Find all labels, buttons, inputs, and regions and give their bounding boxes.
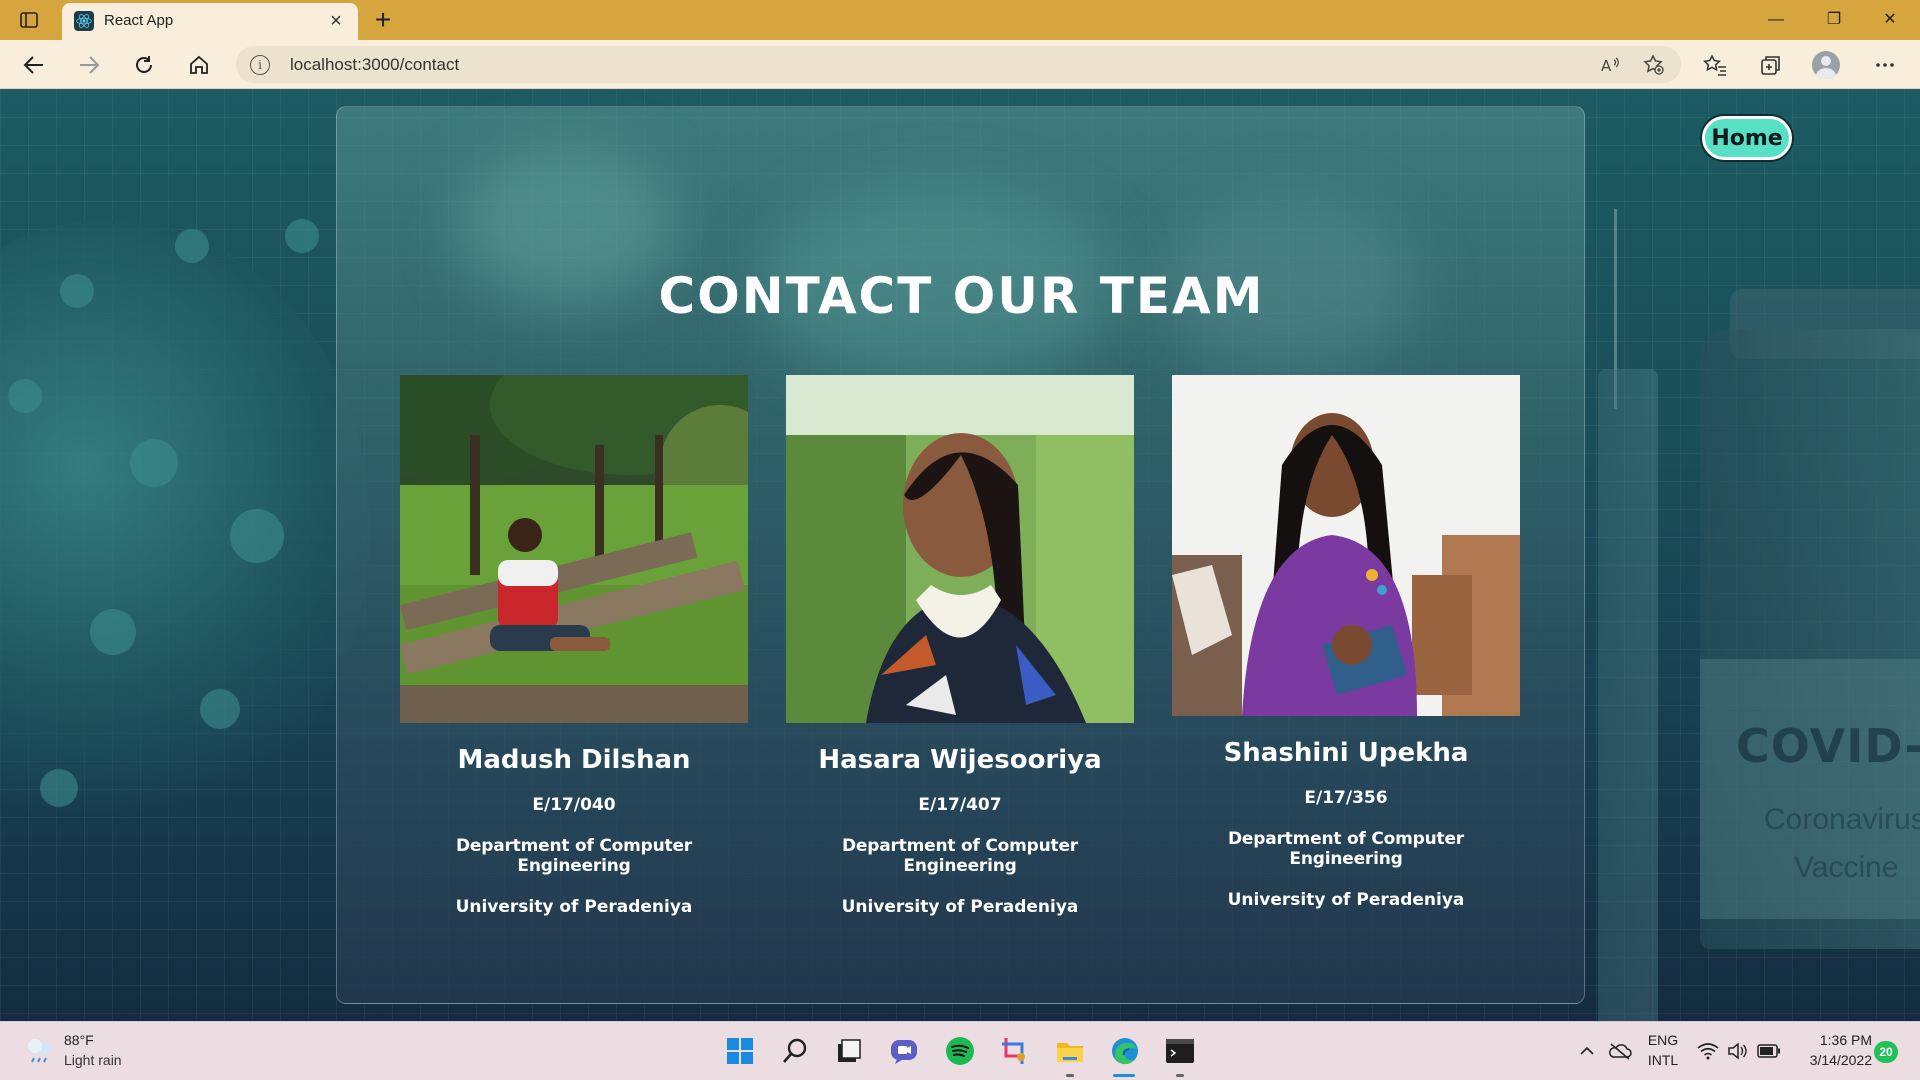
search-icon[interactable] [778, 1034, 812, 1068]
team-member-card: Shashini Upekha E/17/356 Department of C… [1172, 375, 1520, 910]
favorites-icon[interactable] [1700, 51, 1730, 79]
volume-icon[interactable] [1725, 1034, 1751, 1068]
wifi-icon[interactable] [1695, 1034, 1721, 1068]
vaccine-label-text: Vaccine [1794, 851, 1899, 884]
tab-title: React App [104, 12, 174, 29]
tab-actions-icon[interactable] [18, 9, 40, 31]
windows-taskbar: 88°F Light rain ENG INTL 1:36 PM 3/14/20… [0, 1021, 1920, 1080]
chat-icon[interactable] [887, 1034, 921, 1068]
weather-temperature[interactable]: 88°F [64, 1032, 94, 1048]
vaccine-label-text: COVID-1 [1736, 719, 1920, 773]
page-viewport: COVID-1 Coronavirus Vaccine Home CONTACT… [0, 89, 1920, 1021]
syringe-illustration [1598, 369, 1658, 1021]
clock-time[interactable]: 1:36 PM [1790, 1032, 1872, 1048]
virus-spike [40, 769, 78, 807]
active-app-indicator [1113, 1074, 1135, 1077]
more-options-icon[interactable] [1870, 51, 1900, 79]
team-member-card: Hasara Wijesooriya E/17/407 Department o… [786, 375, 1134, 917]
browser-toolbar: i localhost:3000/contact A [0, 40, 1920, 89]
file-explorer-icon[interactable] [1053, 1034, 1087, 1068]
url-text[interactable]: localhost:3000/contact [290, 55, 459, 75]
member-department: Department of Computer Engineering [842, 836, 1078, 876]
indoor-photo-image [1172, 375, 1520, 716]
language-indicator[interactable]: ENG [1645, 1032, 1681, 1048]
virus-spike [200, 689, 240, 729]
restore-button[interactable]: ❐ [1814, 6, 1854, 34]
notification-badge[interactable]: 20 [1874, 1041, 1898, 1063]
team-member-card: Madush Dilshan E/17/040 Department of Co… [400, 375, 748, 917]
home-icon[interactable] [183, 49, 215, 81]
portrait-photo-image [786, 375, 1134, 723]
browser-tab-bar: React App × + — ❐ ✕ [0, 0, 1920, 40]
profile-avatar[interactable] [1812, 51, 1840, 79]
running-indicator [1176, 1074, 1184, 1077]
show-hidden-icons[interactable] [1573, 1034, 1601, 1068]
member-reg-no: E/17/356 [1304, 788, 1388, 808]
member-name: Madush Dilshan [457, 745, 691, 775]
weather-rain-icon[interactable] [24, 1036, 56, 1064]
virus-spike [130, 439, 178, 487]
svg-text:A: A [1601, 57, 1612, 74]
member-university: University of Peradeniya [455, 897, 693, 917]
address-bar[interactable]: i localhost:3000/contact A [236, 46, 1681, 83]
collections-icon[interactable] [1756, 51, 1786, 79]
member-reg-no: E/17/040 [532, 795, 616, 815]
member-photo [786, 375, 1134, 723]
new-tab-button[interactable]: + [368, 5, 398, 35]
site-info-icon[interactable]: i [250, 55, 270, 75]
member-department: Department of Computer Engineering [456, 836, 692, 876]
virus-spike [175, 229, 209, 263]
refresh-button[interactable] [128, 49, 160, 81]
member-photo [400, 375, 748, 723]
browser-tab[interactable]: React App × [62, 3, 358, 40]
battery-icon[interactable] [1755, 1034, 1783, 1068]
virus-spike [90, 609, 136, 655]
virus-spike [230, 509, 284, 563]
keyboard-layout-indicator[interactable]: INTL [1645, 1052, 1681, 1068]
edge-browser-icon[interactable] [1108, 1034, 1142, 1068]
home-button[interactable]: Home [1702, 116, 1792, 160]
tab-close-icon[interactable]: × [324, 9, 348, 33]
minimize-button[interactable]: — [1756, 6, 1796, 34]
add-favorite-icon[interactable] [1641, 53, 1667, 77]
park-photo-image [400, 375, 748, 723]
virus-spike [285, 219, 319, 253]
contact-card: CONTACT OUR TEAM Madush Dilshan E/17/040… [336, 106, 1585, 1004]
page-title: CONTACT OUR TEAM [658, 267, 1265, 325]
member-university: University of Peradeniya [841, 897, 1079, 917]
vaccine-label-text: Coronavirus [1764, 803, 1920, 836]
member-photo [1172, 375, 1520, 716]
virus-spike [60, 274, 94, 308]
virus-spike [8, 379, 42, 413]
windows-start-icon[interactable] [723, 1034, 757, 1068]
react-logo-icon [74, 11, 94, 31]
forward-button[interactable] [73, 49, 105, 81]
spotify-icon[interactable] [943, 1034, 977, 1068]
member-university: University of Peradeniya [1227, 890, 1465, 910]
snipping-tool-icon[interactable] [998, 1034, 1032, 1068]
running-indicator [1066, 1074, 1074, 1077]
task-view-icon[interactable] [832, 1034, 866, 1068]
onedrive-offline-icon[interactable] [1605, 1034, 1635, 1068]
close-window-button[interactable]: ✕ [1870, 6, 1910, 34]
weather-description[interactable]: Light rain [64, 1052, 122, 1068]
read-aloud-icon[interactable]: A [1598, 53, 1624, 77]
clock-date[interactable]: 3/14/2022 [1790, 1052, 1872, 1068]
terminal-icon[interactable] [1163, 1034, 1197, 1068]
member-name: Shashini Upekha [1223, 738, 1469, 768]
member-name: Hasara Wijesooriya [818, 745, 1102, 775]
member-reg-no: E/17/407 [918, 795, 1002, 815]
back-button[interactable] [18, 49, 50, 81]
member-department: Department of Computer Engineering [1228, 829, 1464, 869]
